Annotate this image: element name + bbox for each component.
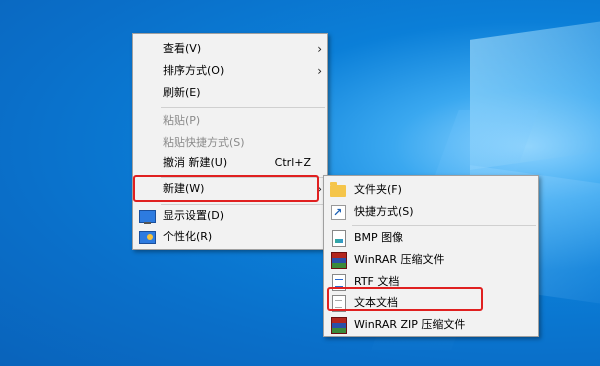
menu-item-label: 个性化(R) [163,230,213,243]
winrar-zip-icon [331,317,347,334]
chevron-right-icon: › [317,64,322,78]
menu-item-label: 显示设置(D) [163,209,225,222]
menu-item-label: 文件夹(F) [354,183,402,196]
submenu-item-bmp-image[interactable]: BMP 图像 [324,227,538,249]
submenu-item-folder[interactable]: 文件夹(F) [324,179,538,201]
menu-item-sort-by[interactable]: 排序方式(O) › [133,60,327,82]
folder-icon [330,182,346,197]
new-submenu: 文件夹(F) 快捷方式(S) BMP 图像 WinRAR 压缩文件 RTF 文档… [323,175,539,337]
winrar-icon [331,252,347,269]
menu-item-label: 查看(V) [163,42,202,55]
menu-item-personalize[interactable]: 个性化(R) [133,226,327,248]
submenu-item-winrar-zip[interactable]: WinRAR ZIP 压缩文件 [324,314,538,336]
menu-item-label: 撤消 新建(U) [163,156,228,169]
personalize-icon [139,231,156,244]
menu-item-refresh[interactable]: 刷新(E) [133,82,327,104]
menu-item-display-settings[interactable]: 显示设置(D) [133,205,327,227]
menu-item-label: 快捷方式(S) [354,205,414,218]
menu-item-label: WinRAR ZIP 压缩文件 [354,318,466,331]
display-icon [139,210,156,224]
menu-item-undo-new[interactable]: 撤消 新建(U) Ctrl+Z [133,152,327,174]
desktop-context-menu: 查看(V) › 排序方式(O) › 刷新(E) 粘贴(P) 粘贴快捷方式(S) … [132,33,328,250]
menu-item-label: WinRAR 压缩文件 [354,253,445,266]
shortcut-icon [331,202,346,224]
menu-item-label: 排序方式(O) [163,64,225,77]
text-document-highlight-box [327,287,483,311]
menu-separator [352,225,536,226]
menu-item-label: 刷新(E) [163,86,201,99]
menu-item-label: 粘贴快捷方式(S) [163,136,245,149]
menu-item-shortcut: Ctrl+Z [274,156,311,169]
menu-item-view[interactable]: 查看(V) › [133,38,327,60]
submenu-item-winrar-archive[interactable]: WinRAR 压缩文件 [324,249,538,271]
menu-item-label: 粘贴(P) [163,114,201,127]
bmp-image-icon [332,230,346,247]
submenu-item-shortcut[interactable]: 快捷方式(S) [324,201,538,224]
chevron-right-icon: › [317,42,322,56]
menu-separator [161,107,325,108]
new-item-highlight-box [133,175,319,202]
menu-item-label: BMP 图像 [354,231,404,244]
menu-item-paste-shortcut: 粘贴快捷方式(S) [133,132,327,154]
menu-item-paste: 粘贴(P) [133,110,327,132]
